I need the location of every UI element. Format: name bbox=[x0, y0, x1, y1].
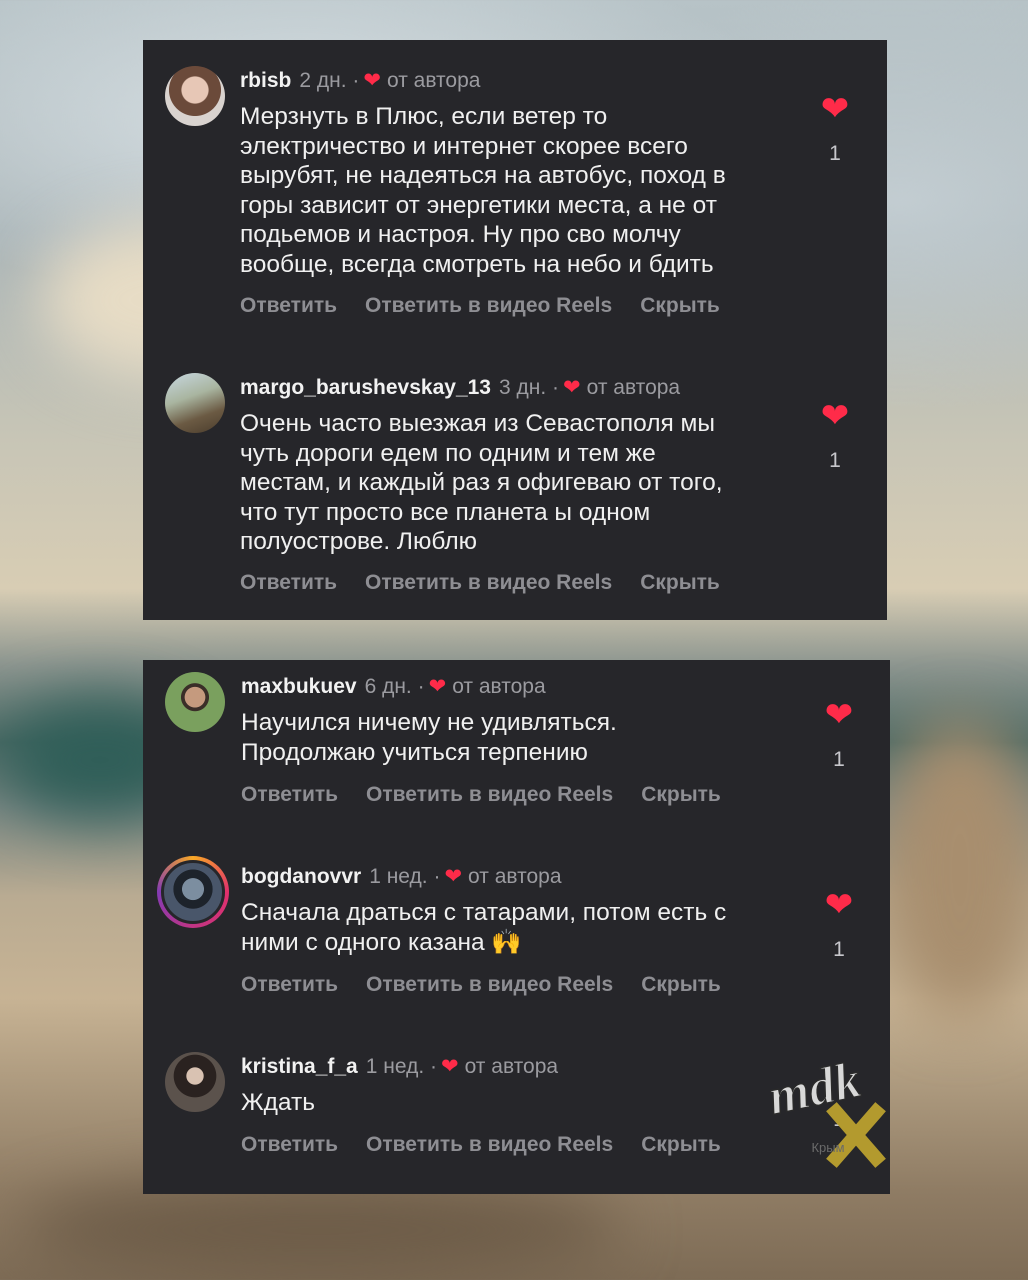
comment-age: 1 нед. bbox=[365, 1055, 425, 1078]
reply-reels-button[interactable]: Ответить в видео Reels bbox=[366, 1133, 613, 1156]
author-heart-icon: ❤ bbox=[363, 69, 381, 92]
comment-line: местам, и каждый раз я офигеваю от того, bbox=[240, 469, 723, 497]
comment-line: Продолжаю учиться терпению bbox=[241, 738, 588, 766]
comment-text: Мерзнуть в Плюс, если ветер то электриче… bbox=[240, 102, 726, 280]
comment-actions: Ответить Ответить в видео Reels Скрыть bbox=[241, 1133, 749, 1157]
author-heart-icon: ❤ bbox=[563, 376, 581, 399]
author-label: от автора bbox=[386, 69, 481, 92]
username[interactable]: margo_barushevskay_13 bbox=[240, 376, 491, 399]
reply-button[interactable]: Ответить bbox=[240, 571, 337, 594]
mdk-watermark-logo: mdk Крым bbox=[758, 1050, 888, 1170]
hide-button[interactable]: Скрыть bbox=[640, 294, 720, 317]
comment-line: электричество и интернет скорее всего bbox=[240, 132, 688, 160]
avatar bbox=[161, 860, 225, 924]
like-heart-icon[interactable]: ❤ bbox=[815, 92, 855, 126]
reply-button[interactable]: Ответить bbox=[240, 294, 337, 317]
username[interactable]: kristina_f_a bbox=[241, 1055, 358, 1078]
like-control: ❤ 1 bbox=[819, 888, 859, 962]
author-label: от автора bbox=[468, 865, 562, 888]
like-count: 1 bbox=[829, 449, 841, 472]
comment-meta: rbisb 2 дн. · ❤ от автора bbox=[240, 69, 481, 92]
username[interactable]: maxbukuev bbox=[241, 675, 357, 698]
author-heart-icon: ❤ bbox=[444, 865, 463, 888]
hide-button[interactable]: Скрыть bbox=[641, 1133, 721, 1156]
comment-actions: Ответить Ответить в видео Reels Скрыть bbox=[241, 783, 749, 807]
avatar[interactable] bbox=[165, 672, 225, 732]
comment-line: подьемов и настроя. Ну про сво молчу bbox=[240, 221, 681, 249]
hide-button[interactable]: Скрыть bbox=[641, 973, 721, 996]
reply-reels-button[interactable]: Ответить в видео Reels bbox=[365, 294, 612, 317]
like-heart-icon[interactable]: ❤ bbox=[819, 698, 859, 732]
reply-button[interactable]: Ответить bbox=[241, 973, 338, 996]
hide-button[interactable]: Скрыть bbox=[641, 783, 721, 806]
author-label: от автора bbox=[586, 376, 681, 399]
avatar[interactable] bbox=[165, 1052, 225, 1112]
comment-age: 6 дн. bbox=[364, 675, 412, 698]
like-count: 1 bbox=[833, 748, 845, 771]
watermark-logo-text: mdk bbox=[763, 1051, 865, 1126]
comment-line: вообще, всегда смотреть на небо и бдить bbox=[240, 250, 714, 278]
comment: rbisb 2 дн. · ❤ от автора Мерзнуть в Плюс, … bbox=[143, 40, 887, 340]
reply-button[interactable]: Ответить bbox=[241, 783, 338, 806]
like-heart-icon[interactable]: ❤ bbox=[819, 888, 859, 922]
reply-reels-button[interactable]: Ответить в видео Reels bbox=[365, 571, 612, 594]
mdk-logo-icon: mdk Крым bbox=[763, 1051, 886, 1168]
comment-meta: bogdanovvr 1 нед. · ❤ от автора bbox=[241, 865, 562, 888]
comment-actions: Ответить Ответить в видео Reels Скрыть bbox=[241, 973, 749, 997]
comment-line: полуострове. Люблю bbox=[240, 528, 477, 556]
like-control: ❤ 1 bbox=[815, 92, 855, 166]
background-sand-blot bbox=[880, 720, 1028, 1020]
comment-line: горы зависит от энергетики места, а не о… bbox=[240, 191, 717, 219]
comment-line: ними с одного казана 🙌 bbox=[241, 928, 522, 956]
comment-line: Научился ничему не удивляться. bbox=[241, 709, 617, 736]
comments-card-1: rbisb 2 дн. · ❤ от автора Мерзнуть в Плюс, … bbox=[143, 40, 887, 620]
comment-line: что тут просто все планета ы одном bbox=[240, 498, 651, 526]
username[interactable]: bogdanovvr bbox=[241, 865, 361, 888]
comment-line: чуть дороги едем по одним и тем же bbox=[240, 439, 656, 467]
background-sand-blot bbox=[20, 1180, 620, 1280]
avatar-story-ring[interactable] bbox=[157, 856, 229, 928]
comment-meta: kristina_f_a 1 нед. · ❤ от автора bbox=[241, 1055, 559, 1078]
reply-button[interactable]: Ответить bbox=[241, 1133, 338, 1156]
comment-meta: maxbukuev 6 дн. · ❤ от автора bbox=[241, 675, 546, 698]
reply-reels-button[interactable]: Ответить в видео Reels bbox=[366, 783, 613, 806]
reply-reels-button[interactable]: Ответить в видео Reels bbox=[366, 973, 613, 996]
comment-actions: Ответить Ответить в видео Reels Скрыть bbox=[240, 571, 748, 595]
author-label: от автора bbox=[464, 1055, 559, 1078]
comment-text: Сначала драться с татарами, потом есть с… bbox=[241, 898, 726, 957]
author-heart-icon: ❤ bbox=[440, 1055, 459, 1078]
username[interactable]: rbisb bbox=[240, 69, 291, 92]
comment: margo_barushevskay_13 3 дн. · ❤ от автора О… bbox=[143, 347, 887, 647]
comment-age: 1 нед. bbox=[369, 865, 428, 888]
like-count: 1 bbox=[829, 142, 841, 165]
comment-text: Очень часто выезжая из Севастополя мы чу… bbox=[240, 409, 723, 557]
hide-button[interactable]: Скрыть bbox=[640, 571, 720, 594]
like-control: ❤ 1 bbox=[815, 399, 855, 473]
author-heart-icon: ❤ bbox=[428, 675, 447, 698]
like-heart-icon[interactable]: ❤ bbox=[815, 399, 855, 433]
like-control: ❤ 1 bbox=[819, 698, 859, 772]
watermark-sub-text: Крым bbox=[811, 1140, 844, 1155]
like-count: 1 bbox=[833, 938, 845, 961]
avatar[interactable] bbox=[165, 66, 225, 126]
comment-line: вырубят, не надеяться на автобус, поход … bbox=[240, 162, 726, 190]
author-label: от автора bbox=[452, 675, 546, 698]
comment-actions: Ответить Ответить в видео Reels Скрыть bbox=[240, 294, 748, 318]
comment-line: Очень часто выезжая из Севастополя мы bbox=[240, 410, 716, 437]
comment-line: Сначала драться с татарами, потом есть с bbox=[241, 899, 727, 926]
comment-line: Ждать bbox=[241, 1089, 315, 1116]
avatar[interactable] bbox=[165, 373, 225, 433]
comment-age: 2 дн. bbox=[299, 69, 347, 92]
comment-text: Ждать bbox=[241, 1088, 315, 1118]
comment-age: 3 дн. bbox=[499, 376, 547, 399]
comment-meta: margo_barushevskay_13 3 дн. · ❤ от автора bbox=[240, 376, 681, 399]
comment-text: Научился ничему не удивляться. Продолжаю… bbox=[241, 708, 617, 767]
comment-line: Мерзнуть в Плюс, если ветер то bbox=[240, 103, 608, 130]
